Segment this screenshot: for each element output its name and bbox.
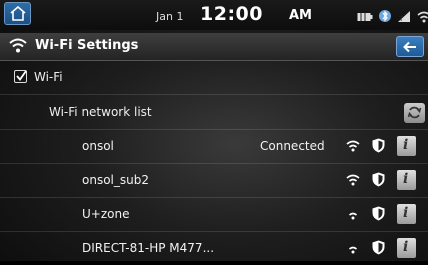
- network-row[interactable]: DIRECT-81-HP M477... i: [0, 232, 428, 265]
- wifi-signal-full-icon: [346, 174, 360, 186]
- refresh-button[interactable]: [404, 103, 425, 123]
- info-icon: i: [403, 205, 409, 221]
- status-ampm: AM: [289, 8, 312, 23]
- network-row[interactable]: onsol_sub2 i: [0, 164, 428, 198]
- wifi-signal-low-icon: [348, 212, 358, 220]
- wifi-signal-low-icon: [348, 246, 358, 254]
- secured-shield-icon: [372, 172, 385, 187]
- page-title: Wi-Fi Settings: [35, 38, 139, 53]
- wifi-checkbox[interactable]: [14, 70, 27, 83]
- back-button[interactable]: [396, 36, 424, 57]
- home-button[interactable]: [4, 2, 31, 25]
- wifi-settings-screen: Jan 1 12:00 AM T Wi-Fi Settings Wi-Fi Wi…: [0, 0, 428, 261]
- title-bar: Wi-Fi Settings: [0, 33, 428, 61]
- back-arrow-icon: [403, 41, 416, 53]
- network-row[interactable]: U+zone i: [0, 198, 428, 232]
- network-list-heading: Wi-Fi network list: [49, 105, 152, 119]
- secured-shield-icon: [372, 206, 385, 221]
- wifi-signal-full-icon: [346, 140, 360, 152]
- svg-text:T: T: [398, 15, 404, 23]
- home-icon: [10, 6, 26, 21]
- refresh-icon: [407, 106, 422, 119]
- wifi-status-icon: [417, 8, 428, 27]
- secured-shield-icon: [372, 240, 385, 255]
- network-info-button[interactable]: i: [397, 238, 416, 258]
- network-info-button[interactable]: i: [397, 170, 416, 190]
- network-name: U+zone: [82, 207, 130, 221]
- status-bar: Jan 1 12:00 AM T: [0, 0, 428, 30]
- battery-icon: [357, 8, 373, 27]
- network-name: DIRECT-81-HP M477...: [82, 241, 215, 255]
- network-info-button[interactable]: i: [397, 136, 416, 156]
- wifi-toggle-row[interactable]: Wi-Fi: [0, 61, 428, 95]
- info-icon: i: [403, 239, 409, 255]
- status-date: Jan 1: [156, 10, 184, 23]
- secured-shield-icon: [372, 138, 385, 153]
- info-icon: i: [403, 137, 409, 153]
- checkmark-icon: [16, 70, 27, 81]
- network-name: onsol: [82, 139, 114, 153]
- cellular-signal-icon: T: [397, 8, 413, 27]
- wifi-toggle-label: Wi-Fi: [34, 70, 63, 84]
- network-list-header: Wi-Fi network list: [0, 96, 428, 130]
- network-info-button[interactable]: i: [397, 204, 416, 224]
- bluetooth-icon: [377, 8, 393, 27]
- network-status: Connected: [260, 139, 325, 153]
- info-icon: i: [403, 171, 409, 187]
- wifi-icon: [9, 38, 27, 53]
- network-row[interactable]: onsol Connected i: [0, 130, 428, 164]
- status-time: 12:00: [200, 3, 263, 25]
- network-name: onsol_sub2: [82, 173, 149, 187]
